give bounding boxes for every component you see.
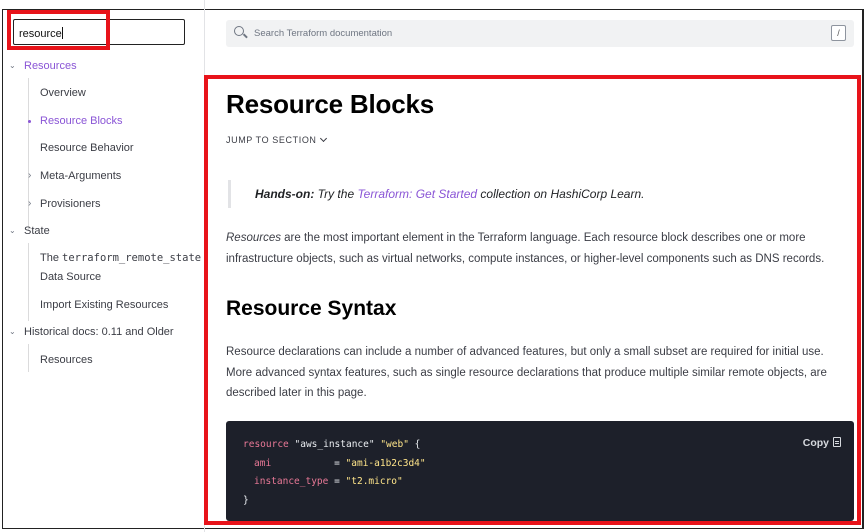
code-attr: ami [254, 457, 272, 469]
code-line: ami = "ami-a1b2c3d4" [243, 455, 837, 474]
clipboard-icon [833, 437, 841, 447]
get-started-link[interactable]: Terraform: Get Started [357, 187, 477, 201]
chevron-right-icon: › [28, 170, 32, 181]
sidebar: resource ⌄ Resources Overview Resource B… [0, 0, 205, 532]
code-punct: { [408, 439, 421, 450]
sidebar-item-label: Historical docs: 0.11 and Older [24, 326, 174, 338]
sidebar-item-label: State [24, 225, 50, 237]
sidebar-item-state[interactable]: ⌄ State [0, 223, 200, 239]
intro-paragraph: Resources are the most important element… [226, 228, 851, 269]
sidebar-item-historical-resources[interactable]: Resources [40, 352, 93, 368]
code-string: "t2.micro" [345, 476, 403, 487]
active-indicator-dot [28, 120, 31, 123]
sidebar-item-label: Resources [24, 60, 77, 72]
sidebar-item-overview[interactable]: Overview [40, 85, 86, 101]
search-placeholder: Search Terraform documentation [254, 28, 393, 39]
code-string: "ami-a1b2c3d4" [345, 457, 426, 469]
sidebar-filter-input[interactable]: resource [13, 19, 185, 45]
paragraph-line: described later in this page. [226, 387, 367, 399]
sidebar-item-remote-state[interactable]: The terraform_remote_state [40, 250, 201, 266]
chevron-down-icon: ⌄ [9, 226, 16, 235]
callout-text: Try the [314, 187, 358, 201]
sidebar-item-import[interactable]: Import Existing Resources [40, 297, 168, 313]
code-label: terraform_remote_state [62, 252, 202, 264]
shortcut-key-badge: / [831, 25, 846, 41]
chevron-down-icon [319, 134, 327, 143]
paragraph-line: Resources are the most important element… [226, 228, 851, 249]
sidebar-item-remote-state-line2[interactable]: Data Source [40, 269, 101, 285]
copy-label: Copy [802, 437, 829, 449]
code-block: Copy resource "aws_instance" "web" { ami… [226, 421, 854, 521]
copy-button[interactable]: Copy [803, 434, 841, 453]
filter-value: resource [19, 28, 62, 40]
code-line: } [243, 494, 249, 506]
paragraph-text: are the most important element in the Te… [280, 232, 806, 244]
code-string: "aws_instance" [294, 439, 375, 450]
tree-guide-line [28, 344, 29, 372]
page-title: Resource Blocks [226, 89, 434, 119]
chevron-right-icon: › [28, 198, 32, 209]
code-keyword: resource [243, 439, 289, 450]
sidebar-item-resource-blocks[interactable]: Resource Blocks [40, 113, 123, 129]
code-punct: = [328, 476, 346, 487]
callout-bold: Hands-on: [255, 187, 315, 201]
syntax-paragraph: Resource declarations can include a numb… [226, 342, 851, 404]
code-line: resource "aws_instance" "web" { [243, 436, 837, 455]
paragraph-line: More advanced syntax features, such as s… [226, 366, 827, 379]
search-bar[interactable]: Search Terraform documentation / [226, 20, 854, 47]
paragraph-line: infrastructure objects, such as virtual … [226, 252, 825, 265]
search-icon [234, 26, 244, 36]
sidebar-item-label: The [40, 252, 63, 264]
chevron-down-icon: ⌄ [9, 327, 16, 336]
paragraph-line: Resource declarations can include a numb… [226, 346, 824, 358]
sidebar-item-resources[interactable]: ⌄ Resources [0, 58, 200, 74]
chevron-down-icon: ⌄ [9, 61, 16, 70]
text-caret [61, 27, 63, 39]
tree-guide-line [28, 243, 29, 321]
emphasis: Resources [226, 232, 281, 244]
sidebar-item-historical-docs[interactable]: ⌄ Historical docs: 0.11 and Older [0, 324, 200, 340]
sidebar-item-meta-arguments[interactable]: › Meta-Arguments [0, 168, 200, 184]
hands-on-callout: Hands-on: Try the Terraform: Get Started… [228, 180, 828, 208]
code-line: instance_type = "t2.micro" [243, 473, 837, 492]
code-punct: = [271, 457, 346, 469]
callout-text: collection on HashiCorp Learn. [477, 187, 645, 201]
code-attr: instance_type [254, 476, 329, 487]
section-heading-resource-syntax: Resource Syntax [226, 297, 397, 320]
code-string: "web" [380, 439, 409, 450]
sidebar-item-resource-behavior[interactable]: Resource Behavior [40, 140, 134, 156]
sidebar-item-provisioners[interactable]: › Provisioners [0, 196, 200, 212]
sidebar-item-label: Meta-Arguments [40, 170, 122, 182]
sidebar-item-label: Provisioners [40, 198, 101, 210]
jump-to-section-dropdown[interactable]: JUMP TO SECTION [226, 134, 327, 145]
jump-label: JUMP TO SECTION [226, 135, 317, 145]
